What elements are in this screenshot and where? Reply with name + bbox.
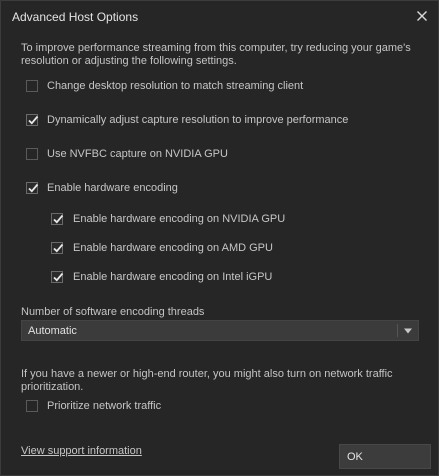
close-button[interactable]	[413, 7, 431, 25]
title-bar: Advanced Host Options	[1, 1, 438, 32]
option-label: Prioritize network traffic	[47, 400, 162, 412]
close-icon	[417, 11, 427, 21]
option-change-desktop-resolution[interactable]: Change desktop resolution to match strea…	[26, 78, 303, 94]
checkbox[interactable]	[26, 148, 38, 160]
option-label: Enable hardware encoding	[47, 182, 178, 194]
option-label: Dynamically adjust capture resolution to…	[47, 114, 349, 126]
checkmark-icon	[28, 183, 39, 193]
option-nvfbc-capture[interactable]: Use NVFBC capture on NVIDIA GPU	[26, 146, 228, 162]
checkmark-icon	[28, 115, 39, 125]
checkbox[interactable]	[26, 400, 38, 412]
chevron-down-icon	[404, 328, 412, 334]
view-support-information-link[interactable]: View support information	[21, 445, 142, 457]
option-label: Enable hardware encoding on NVIDIA GPU	[73, 213, 286, 225]
checkbox[interactable]	[51, 213, 64, 225]
option-dynamic-capture-resolution[interactable]: Dynamically adjust capture resolution to…	[26, 112, 348, 128]
option-label: Enable hardware encoding on AMD GPU	[73, 242, 273, 254]
checkbox[interactable]	[51, 242, 64, 254]
ok-button-label: OK	[347, 451, 363, 463]
option-hardware-encoding-nvidia[interactable]: Enable hardware encoding on NVIDIA GPU	[51, 211, 285, 227]
option-label: Use NVFBC capture on NVIDIA GPU	[47, 148, 228, 160]
option-hardware-encoding-amd[interactable]: Enable hardware encoding on AMD GPU	[51, 240, 273, 256]
select-divider	[397, 324, 398, 337]
option-prioritize-network-traffic[interactable]: Prioritize network traffic	[26, 398, 161, 414]
ok-button[interactable]: OK	[339, 444, 431, 469]
intro-text: To improve performance streaming from th…	[21, 42, 411, 67]
checkbox[interactable]	[26, 114, 39, 126]
checkmark-icon	[53, 243, 64, 253]
encoding-threads-label: Number of software encoding threads	[21, 306, 205, 318]
advanced-host-options-dialog: Advanced Host Options To improve perform…	[0, 0, 439, 476]
checkbox[interactable]	[26, 182, 39, 194]
encoding-threads-select[interactable]: Automatic	[21, 320, 419, 341]
checkbox[interactable]	[26, 80, 38, 92]
option-label: Change desktop resolution to match strea…	[47, 80, 304, 92]
checkmark-icon	[53, 214, 64, 224]
option-hardware-encoding[interactable]: Enable hardware encoding	[26, 180, 178, 196]
router-text: If you have a newer or high-end router, …	[21, 368, 393, 393]
select-value: Automatic	[28, 325, 77, 337]
checkbox[interactable]	[51, 271, 64, 283]
option-hardware-encoding-intel[interactable]: Enable hardware encoding on Intel iGPU	[51, 269, 272, 285]
checkmark-icon	[53, 272, 64, 282]
window-title: Advanced Host Options	[12, 10, 139, 24]
option-label: Enable hardware encoding on Intel iGPU	[73, 271, 273, 283]
